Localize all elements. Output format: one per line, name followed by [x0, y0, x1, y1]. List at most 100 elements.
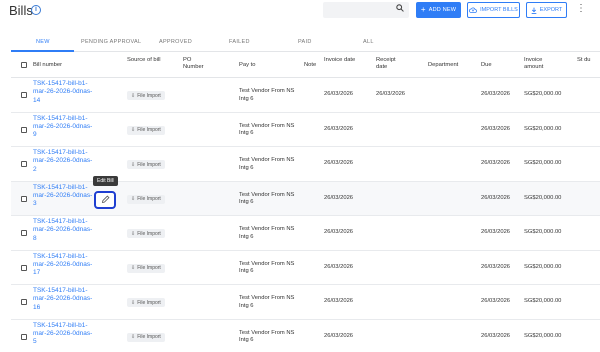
- source-badge: ⇩ File Import: [127, 194, 165, 204]
- col-due[interactable]: Due: [481, 62, 492, 69]
- table-row[interactable]: TSK-15417-bill-b1-mar-26-2026-0dnas-3 ⇩ F…: [11, 181, 600, 216]
- upload-icon: ⇩: [131, 196, 136, 202]
- tab-paid[interactable]: PAID: [298, 39, 312, 45]
- pay-to-value: Test Vendor From NS Intg 6: [239, 260, 295, 275]
- bill-number-link[interactable]: TSK-15417-bill-b1-mar-26-2026-0dnas-9: [33, 115, 95, 140]
- upload-icon: ⇩: [131, 92, 136, 99]
- col-department[interactable]: Department: [428, 62, 458, 69]
- bill-number-link[interactable]: TSK-15417-bill-b1-mar-26-2026-0dnas-3: [33, 184, 95, 209]
- cloud-upload-icon: [469, 7, 477, 13]
- source-label: File Import: [137, 161, 161, 168]
- pay-to-value: Test Vendor From NS Intg 6: [239, 157, 295, 171]
- source-badge: ⇩ File Import: [127, 160, 165, 169]
- source-badge: ⇩ File Import: [127, 125, 165, 135]
- pay-to-value: Test Vendor From NS Intg 6: [239, 226, 295, 240]
- tab-all[interactable]: ALL: [363, 39, 374, 45]
- invoice-amount-value: SG$20,000.00: [524, 160, 562, 166]
- row-checkbox[interactable]: [21, 264, 27, 271]
- due-date-value: 26/03/2026: [481, 91, 511, 97]
- table-row[interactable]: TSK-15417-bill-b1-mar-26-2026-0dnas-14 ⇩…: [11, 78, 600, 113]
- plus-icon: +: [420, 5, 426, 14]
- upload-icon: ⇩: [131, 161, 136, 168]
- bill-number-link[interactable]: TSK-15417-bill-b1-mar-26-2026-0dnas-2: [33, 149, 95, 174]
- more-options-icon[interactable]: ⋮: [576, 4, 586, 16]
- source-badge: ⇩ File Import: [127, 298, 165, 307]
- row-checkbox[interactable]: [21, 92, 27, 98]
- import-bills-button[interactable]: IMPORT BILLS: [467, 2, 520, 18]
- tab-approved[interactable]: APPROVED: [159, 39, 192, 45]
- tab-new[interactable]: NEW: [36, 39, 50, 45]
- receipt-date-value: 26/03/2026: [376, 91, 406, 97]
- export-label: EXPORT: [539, 7, 563, 13]
- invoice-amount-value: SG$20,000.00: [524, 194, 562, 201]
- invoice-date-value: 26/03/2026: [324, 91, 354, 97]
- tab-failed[interactable]: FAILED: [229, 39, 250, 45]
- table-row[interactable]: TSK-15417-bill-b1-mar-26-2026-0dnas-16 ⇩…: [11, 285, 600, 320]
- table-header: Bill number Source of bill PO Number Pay…: [11, 54, 600, 78]
- col-note[interactable]: Note: [304, 62, 316, 69]
- download-icon: [531, 7, 537, 14]
- upload-icon: ⇩: [131, 127, 136, 133]
- bill-number-link[interactable]: TSK-15417-bill-b1-mar-26-2026-0dnas-16: [33, 287, 95, 312]
- col-invoice-amount[interactable]: Invoice amount: [524, 57, 562, 71]
- source-badge: ⇩ File Import: [127, 229, 165, 238]
- export-button[interactable]: EXPORT: [526, 2, 567, 18]
- invoice-amount-value: SG$20,000.00: [524, 125, 562, 132]
- pencil-icon: [101, 195, 109, 204]
- col-source[interactable]: Source of bill: [127, 57, 161, 64]
- invoice-date-value: 26/03/2026: [324, 229, 354, 235]
- select-all-checkbox[interactable]: [21, 62, 27, 68]
- search-icon[interactable]: [396, 4, 404, 12]
- active-tab-indicator: [11, 50, 74, 52]
- source-label: File Import: [137, 334, 161, 340]
- row-checkbox[interactable]: [21, 195, 27, 202]
- due-date-value: 26/03/2026: [481, 125, 511, 132]
- due-date-value: 26/03/2026: [481, 298, 511, 304]
- due-date-value: 26/03/2026: [481, 229, 511, 235]
- row-checkbox[interactable]: [21, 230, 27, 236]
- source-label: File Import: [137, 196, 161, 202]
- row-checkbox[interactable]: [21, 299, 27, 305]
- row-checkbox[interactable]: [21, 161, 27, 167]
- table-row[interactable]: TSK-15417-bill-b1-mar-26-2026-0dnas-17 ⇩…: [11, 251, 600, 285]
- edit-bill-tooltip: Edit Bill: [93, 176, 118, 186]
- upload-icon: ⇩: [131, 265, 136, 271]
- source-badge: ⇩ File Import: [127, 91, 165, 100]
- invoice-amount-value: SG$20,000.00: [524, 298, 562, 304]
- pay-to-value: Test Vendor From NS Intg 6: [239, 191, 295, 206]
- source-badge: ⇩ File Import: [127, 332, 165, 342]
- col-receipt-date[interactable]: Receipt date: [376, 57, 408, 71]
- col-invoice-date[interactable]: Invoice date: [324, 57, 356, 64]
- table-row[interactable]: TSK-15417-bill-b1-mar-26-2026-0dnas-8 ⇩ F…: [11, 216, 600, 251]
- due-date-value: 26/03/2026: [481, 160, 511, 166]
- due-date-value: 26/03/2026: [481, 194, 511, 201]
- add-new-button[interactable]: + ADD NEW: [416, 2, 461, 18]
- source-label: File Import: [137, 299, 161, 306]
- tab-pending-approval[interactable]: PENDING APPROVAL: [81, 39, 141, 45]
- table-row[interactable]: TSK-15417-bill-b1-mar-26-2026-0dnas-5 ⇩ F…: [11, 320, 600, 352]
- bill-number-link[interactable]: TSK-15417-bill-b1-mar-26-2026-0dnas-5: [33, 322, 95, 347]
- top-bar: Bills i + ADD NEW IMPORT BILLS EXPORT ⋮: [0, 0, 600, 30]
- invoice-date-value: 26/03/2026: [324, 332, 354, 339]
- col-bill-number[interactable]: Bill number: [33, 62, 62, 69]
- invoice-amount-value: SG$20,000.00: [524, 91, 562, 97]
- due-date-value: 26/03/2026: [481, 263, 511, 270]
- bill-number-link[interactable]: TSK-15417-bill-b1-mar-26-2026-0dnas-17: [33, 253, 95, 278]
- pay-to-value: Test Vendor From NS Intg 6: [239, 295, 295, 309]
- col-status[interactable]: St du: [577, 57, 591, 64]
- row-checkbox[interactable]: [21, 333, 27, 340]
- source-label: File Import: [137, 127, 161, 133]
- col-po-number[interactable]: PO Number: [183, 57, 213, 71]
- invoice-amount-value: SG$20,000.00: [524, 332, 562, 339]
- edit-bill-button[interactable]: [94, 190, 116, 209]
- col-pay-to[interactable]: Pay to: [239, 62, 255, 69]
- row-checkbox[interactable]: [21, 126, 27, 133]
- status-tabs: NEW PENDING APPROVAL APPROVED FAILED PAI…: [11, 38, 600, 52]
- invoice-date-value: 26/03/2026: [324, 263, 354, 270]
- bill-number-link[interactable]: TSK-15417-bill-b1-mar-26-2026-0dnas-8: [33, 218, 95, 243]
- info-icon[interactable]: i: [31, 5, 41, 15]
- bill-number-link[interactable]: TSK-15417-bill-b1-mar-26-2026-0dnas-14: [33, 80, 95, 105]
- invoice-date-value: 26/03/2026: [324, 194, 354, 201]
- table-row[interactable]: TSK-15417-bill-b1-mar-26-2026-0dnas-9 ⇩ F…: [11, 113, 600, 147]
- due-date-value: 26/03/2026: [481, 332, 511, 339]
